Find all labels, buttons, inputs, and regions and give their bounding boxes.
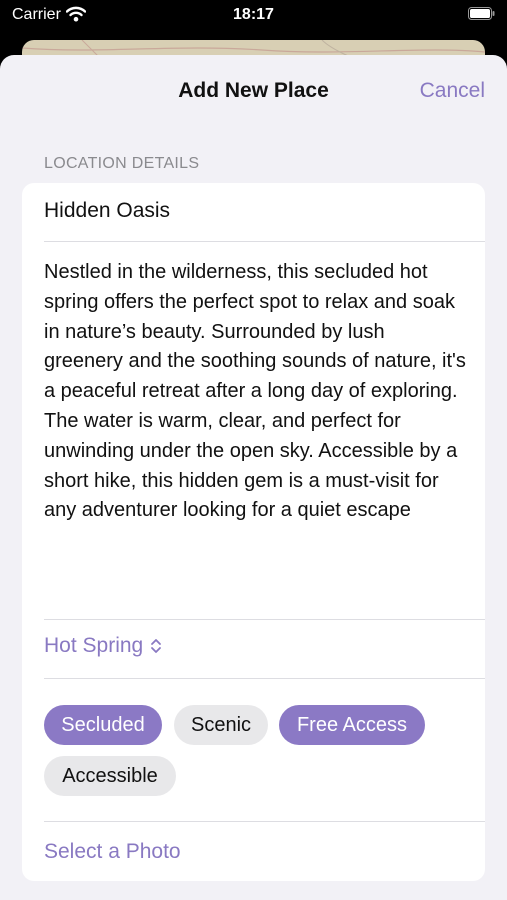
status-time: 18:17 bbox=[233, 6, 274, 23]
divider bbox=[44, 619, 485, 620]
status-bar: Carrier 18:17 bbox=[0, 0, 507, 34]
divider bbox=[44, 678, 485, 679]
divider bbox=[44, 241, 485, 242]
tag-chip-accessible[interactable]: Accessible bbox=[44, 756, 176, 796]
category-picker[interactable]: Hot Spring bbox=[44, 634, 163, 658]
chevron-updown-icon bbox=[151, 639, 162, 653]
battery-icon bbox=[468, 7, 495, 20]
location-details-card: Hidden Oasis Nestled in the wilderness, … bbox=[22, 183, 485, 881]
cancel-button[interactable]: Cancel bbox=[420, 79, 485, 103]
add-place-sheet: Add New Place Cancel LOCATION DETAILS Hi… bbox=[0, 55, 507, 900]
tag-chip-secluded[interactable]: Secluded bbox=[44, 705, 162, 745]
description-field[interactable]: Nestled in the wilderness, this secluded… bbox=[44, 258, 469, 526]
divider bbox=[44, 821, 485, 822]
category-picker-label: Hot Spring bbox=[44, 634, 144, 657]
tag-chip-free-access[interactable]: Free Access bbox=[279, 705, 425, 745]
place-name-field[interactable]: Hidden Oasis bbox=[44, 199, 464, 223]
select-photo-button[interactable]: Select a Photo bbox=[44, 840, 181, 864]
section-header: LOCATION DETAILS bbox=[44, 155, 200, 172]
tag-chip-scenic[interactable]: Scenic bbox=[174, 705, 268, 745]
